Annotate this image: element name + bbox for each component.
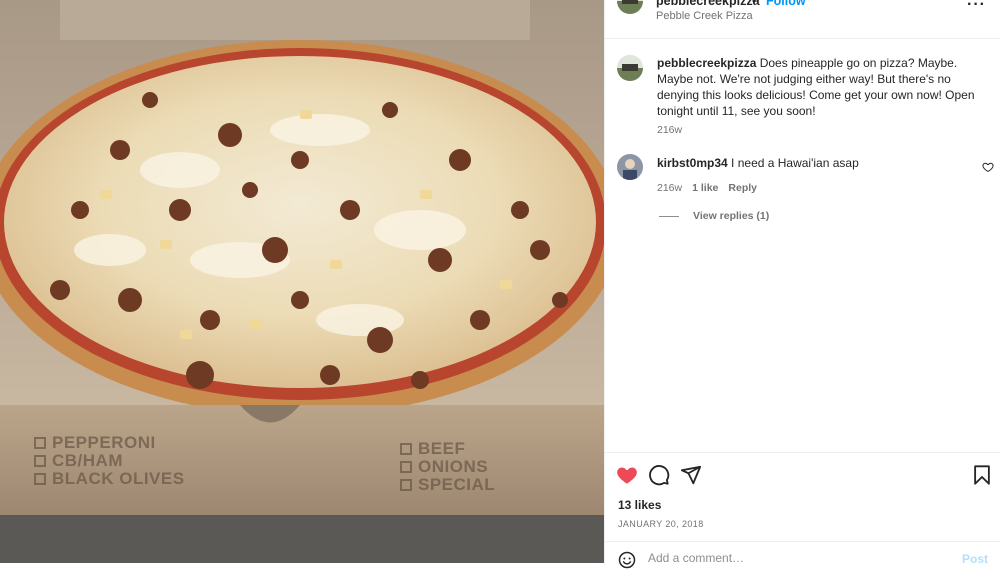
post-caption: pebblecreekpizza Does pineapple go on pi… — [657, 55, 987, 119]
view-replies-label: View replies (1) — [693, 210, 770, 222]
bookmark-icon[interactable] — [971, 464, 993, 486]
location-link[interactable]: Pebble Creek Pizza — [656, 10, 753, 22]
comment-composer: Post — [605, 541, 1000, 572]
more-horizontal-icon[interactable]: ··· — [967, 0, 986, 14]
follow-button[interactable]: Follow — [766, 0, 806, 8]
comment-username[interactable]: kirbst0mp34 — [657, 156, 728, 170]
emoji-smile-icon[interactable] — [618, 551, 636, 569]
caption-timestamp[interactable]: 216w — [657, 124, 682, 136]
post-photo: PEPPERONI CB/HAM BLACK OLIVES BEEF ONION… — [0, 0, 604, 563]
box-print-right: BEEF ONIONS SPECIAL — [400, 440, 495, 494]
comment-text: I need a Hawai'ian asap — [731, 156, 859, 170]
comment-likes[interactable]: 1 like — [692, 182, 718, 194]
heart-outline-icon[interactable] — [982, 161, 994, 173]
box-print-line: BEEF — [418, 439, 466, 458]
box-print-left: PEPPERONI CB/HAM BLACK OLIVES — [34, 434, 185, 488]
paper-plane-icon[interactable] — [680, 464, 702, 486]
caption-username[interactable]: pebblecreekpizza — [657, 56, 756, 70]
separator-dot: • — [752, 0, 757, 8]
box-print-line: CB/HAM — [52, 451, 123, 470]
comment-meta: 216w 1 like Reply — [657, 182, 757, 194]
box-print-line: PEPPERONI — [52, 433, 156, 452]
box-print-line: SPECIAL — [418, 475, 496, 494]
heart-filled-icon[interactable] — [616, 464, 638, 486]
header-username[interactable]: pebblecreekpizza — [656, 0, 760, 8]
comment-bubble-icon[interactable] — [648, 464, 670, 486]
comment-timestamp[interactable]: 216w — [657, 182, 682, 194]
post-date: JANUARY 20, 2018 — [618, 519, 704, 529]
reply-button[interactable]: Reply — [728, 182, 757, 194]
post-actions: 13 likes JANUARY 20, 2018 Post — [605, 452, 1000, 569]
box-print-line: BLACK OLIVES — [52, 469, 185, 488]
box-print-line: ONIONS — [418, 457, 489, 476]
likes-count[interactable]: 13 likes — [618, 498, 661, 512]
post-side-panel: pebblecreekpizza • Follow Pebble Creek P… — [604, 0, 1000, 569]
post-header: pebblecreekpizza • Follow Pebble Creek P… — [605, 0, 1000, 39]
avatar[interactable] — [617, 0, 643, 14]
replies-divider — [659, 215, 679, 217]
comment: kirbst0mp34 I need a Hawai'ian asap — [657, 155, 957, 171]
post-comment-button[interactable]: Post — [962, 552, 988, 566]
avatar[interactable] — [617, 55, 643, 81]
avatar[interactable] — [617, 154, 643, 180]
view-replies-button[interactable]: View replies (1) — [659, 210, 769, 222]
